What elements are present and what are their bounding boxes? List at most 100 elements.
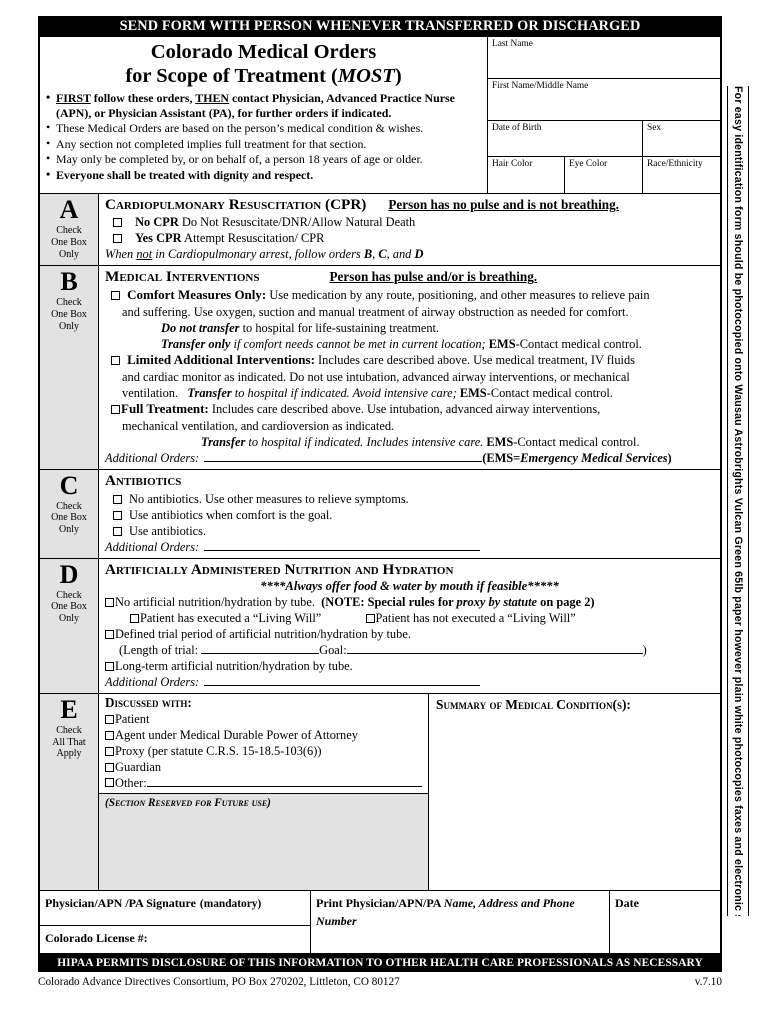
section-b-additional-orders-input[interactable] xyxy=(204,451,483,462)
section-a-instruction: Check One Box Only xyxy=(40,225,98,260)
section-b-condition: Person has pulse and/or is breathing. xyxy=(329,269,538,285)
checkbox-discussed-agent[interactable] xyxy=(105,730,114,740)
first-keyword: FIRST xyxy=(56,90,91,105)
do-not-transfer-rest: to hospital for life-sustaining treatmen… xyxy=(239,321,440,336)
hair-color-field[interactable]: Hair Color xyxy=(488,157,565,194)
trial-length-label: (Length of trial: xyxy=(119,642,199,657)
section-b-heading: Medical Interventions xyxy=(105,268,260,286)
sex-field[interactable]: Sex xyxy=(643,121,720,156)
option-discussed-other[interactable]: Other: xyxy=(105,775,422,791)
eye-color-label: Eye Color xyxy=(569,159,608,170)
instruction-item-not-completed: Any section not completed implies full t… xyxy=(45,136,482,152)
checkbox-antibiotics-comfort[interactable] xyxy=(113,510,122,520)
goal-input[interactable] xyxy=(346,643,643,654)
patient-info-block: Last Name First Name/Middle Name Date of… xyxy=(488,37,720,194)
checkbox-discussed-other[interactable] xyxy=(105,777,114,787)
discussed-other-input[interactable] xyxy=(146,776,422,787)
ems-legend-post: ) xyxy=(667,450,672,465)
option-no-artificial-nutrition[interactable]: No artificial nutrition/hydration by tub… xyxy=(105,594,714,610)
title-and-patient-block: Colorado Medical Orders for Scope of Tre… xyxy=(40,37,720,194)
discussed-guardian-label: Guardian xyxy=(115,759,162,774)
checkbox-limited-interventions[interactable] xyxy=(111,356,120,366)
eye-color-field[interactable]: Eye Color xyxy=(565,157,643,194)
section-e-instr-3: Apply xyxy=(56,748,82,760)
proxy-note-post: on page 2) xyxy=(537,594,595,609)
checkbox-long-term-nutrition[interactable] xyxy=(105,661,114,671)
section-e-instr-2: All That xyxy=(52,736,86,748)
checkbox-living-will-no[interactable] xyxy=(365,613,375,623)
option-living-will-no[interactable]: Patient has not executed a “Living Will” xyxy=(365,611,576,625)
option-yes-cpr[interactable]: Yes CPR Attempt Resuscitation/ CPR xyxy=(105,230,714,246)
date-of-birth-field[interactable]: Date of Birth xyxy=(488,121,643,157)
discussed-with-block: Discussed with: Patient Agent under Medi… xyxy=(99,694,428,794)
footer-org: Colorado Advance Directives Consortium, … xyxy=(38,976,400,989)
physician-signature-field[interactable]: Physician/APN /PA Signature (mandatory) xyxy=(40,891,310,926)
checkbox-no-cpr[interactable] xyxy=(113,218,122,228)
note-ref-b: B xyxy=(363,247,373,262)
option-living-will-yes[interactable]: Patient has executed a “Living Will” xyxy=(130,611,321,625)
checkbox-discussed-guardian[interactable] xyxy=(105,762,114,772)
race-ethnicity-label: Race/Ethnicity xyxy=(647,159,703,170)
checkbox-full-treatment[interactable] xyxy=(111,404,120,414)
limited-interventions-text: Includes care described above. Use medic… xyxy=(314,353,635,368)
section-d-additional-orders-input[interactable] xyxy=(204,675,481,686)
form-frame: Colorado Medical Orders for Scope of Tre… xyxy=(38,37,722,955)
option-discussed-guardian[interactable]: Guardian xyxy=(105,759,422,775)
side-note-text: For easy identification form should be p… xyxy=(732,86,744,916)
license-field[interactable]: Colorado License #: xyxy=(40,926,310,953)
section-a-body: Cardiopulmonary Resuscitation (CPR) Pers… xyxy=(99,194,720,265)
option-comfort-measures[interactable]: Comfort Measures Only: Use medication by… xyxy=(105,287,714,304)
transfer-word-1: Transfer xyxy=(187,385,232,400)
trial-length-input[interactable] xyxy=(201,643,320,654)
instructions-list: FIRST follow these orders, THEN contact … xyxy=(45,90,482,183)
title-block: Colorado Medical Orders for Scope of Tre… xyxy=(40,37,488,194)
section-c-letter: C xyxy=(59,470,79,500)
last-name-field[interactable]: Last Name xyxy=(488,37,720,80)
summary-of-medical-conditions[interactable]: Summary of Medical Condition(s): xyxy=(429,694,720,890)
proxy-note-pre: (NOTE: Special rules for xyxy=(321,594,457,609)
option-limited-interventions[interactable]: Limited Additional Interventions: Includ… xyxy=(105,352,714,369)
option-discussed-patient[interactable]: Patient xyxy=(105,711,422,727)
discussed-with-column: Discussed with: Patient Agent under Medi… xyxy=(99,693,429,890)
checkbox-use-antibiotics[interactable] xyxy=(113,526,122,536)
physician-signature-label: Physician/APN /PA Signature xyxy=(45,895,196,910)
section-c-additional-orders-input[interactable] xyxy=(204,540,481,551)
checkbox-defined-trial[interactable] xyxy=(105,629,114,639)
no-antibiotics-label: No antibiotics. Use other measures to re… xyxy=(129,491,409,506)
date-field[interactable]: Date xyxy=(610,891,720,953)
checkbox-comfort-measures[interactable] xyxy=(111,291,120,301)
option-no-antibiotics[interactable]: No antibiotics. Use other measures to re… xyxy=(105,491,714,507)
checkbox-living-will-yes[interactable] xyxy=(130,613,139,623)
option-antibiotics-comfort[interactable]: Use antibiotics when comfort is the goal… xyxy=(105,507,714,523)
section-a-letter: A xyxy=(59,195,79,225)
section-b-instruction: Check One Box Only xyxy=(40,297,98,332)
checkbox-discussed-proxy[interactable] xyxy=(105,746,114,756)
option-long-term-nutrition[interactable]: Long-term artificial nutrition/hydration… xyxy=(105,658,714,674)
checkbox-yes-cpr[interactable] xyxy=(113,234,122,244)
instruction-item-based-on: These Medical Orders are based on the pe… xyxy=(45,120,482,136)
ems-label-2: EMS xyxy=(456,385,487,400)
section-e-body: Discussed with: Patient Agent under Medi… xyxy=(99,693,720,890)
full-treatment-title: Full Treatment: xyxy=(121,400,209,416)
antibiotics-comfort-label: Use antibiotics when comfort is the goal… xyxy=(129,507,333,522)
checkbox-no-antibiotics[interactable] xyxy=(113,494,122,504)
form-title-line2: for Scope of Treatment (MOST) xyxy=(45,65,482,89)
checkbox-no-artificial-nutrition[interactable] xyxy=(105,597,114,607)
checkbox-discussed-patient[interactable] xyxy=(105,714,114,724)
section-c-instruction: Check One Box Only xyxy=(40,501,98,536)
ems-legend-expansion: Emergency Medical Services xyxy=(520,450,668,465)
option-discussed-agent[interactable]: Agent under Medical Durable Power of Att… xyxy=(105,727,422,743)
print-physician-field[interactable]: Print Physician/APN/PA Name, Address and… xyxy=(311,890,610,953)
race-ethnicity-field[interactable]: Race/Ethnicity xyxy=(643,157,720,193)
option-defined-trial[interactable]: Defined trial period of artificial nutri… xyxy=(105,626,714,642)
option-full-treatment[interactable]: Full Treatment: Includes care described … xyxy=(105,401,714,418)
appearance-inner: Hair Color Eye Color Race/Ethnicity xyxy=(488,157,720,194)
option-use-antibiotics[interactable]: Use antibiotics. xyxy=(105,523,714,539)
option-no-cpr[interactable]: No CPR Do Not Resuscitate/DNR/Allow Natu… xyxy=(105,214,714,230)
option-discussed-proxy[interactable]: Proxy (per statute C.R.S. 15-18.5-103(6)… xyxy=(105,743,422,759)
appearance-row: Hair Color Eye Color Race/Ethnicity xyxy=(488,157,720,194)
first-middle-name-field[interactable]: First Name/Middle Name xyxy=(488,79,720,122)
discussed-proxy-label: Proxy (per statute C.R.S. 15-18.5-103(6)… xyxy=(115,743,322,758)
section-b: B Check One Box Only Medical Interventio… xyxy=(40,265,720,469)
section-c-instr-1: Check xyxy=(56,500,82,512)
